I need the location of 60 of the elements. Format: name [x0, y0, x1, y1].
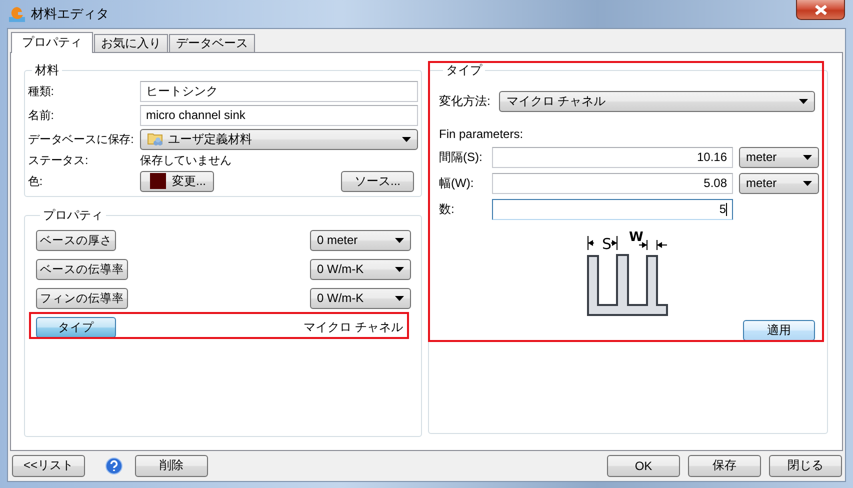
unit-dropdown[interactable]: meter — [739, 172, 819, 194]
close-icon — [814, 4, 826, 14]
section-label: Fin parameters: — [439, 126, 524, 141]
group-title: プロパティ — [42, 206, 104, 224]
dimension-label: W — [629, 230, 644, 245]
caret-icon — [803, 154, 812, 160]
property-value: マイクロ チャネル — [304, 318, 403, 336]
tab[interactable]: データベース — [169, 34, 255, 52]
change-color-button[interactable]: 変更... — [140, 170, 214, 192]
field-label: 種類: — [28, 84, 54, 99]
database-dropdown[interactable]: ユーザ定義材料 — [140, 128, 418, 150]
unit-dropdown[interactable]: 0 W/m-K — [310, 258, 411, 280]
dimension-arrow — [588, 235, 618, 250]
property-button[interactable]: フィンの伝導率 — [36, 288, 128, 309]
list-button[interactable]: <<リスト — [12, 454, 85, 477]
property-button[interactable]: ベースの伝導率 — [36, 258, 128, 280]
unit-dropdown[interactable]: meter — [739, 146, 819, 168]
caret-icon — [402, 136, 411, 142]
field-label: 幅(W): — [439, 174, 475, 192]
close-button[interactable]: 閉じる — [769, 454, 842, 477]
input-field[interactable]: 10.16 — [492, 146, 733, 168]
help-icon[interactable] — [105, 456, 123, 475]
field-label: ステータス: — [28, 154, 89, 168]
delete-button[interactable]: 削除 — [135, 454, 208, 477]
method-dropdown[interactable]: マイクロ チャネル — [499, 90, 815, 112]
caret-icon — [395, 238, 404, 243]
group-title: タイプ — [445, 62, 484, 79]
source-button[interactable]: ソース... — [341, 170, 414, 192]
input-field[interactable]: micro channel sink — [140, 104, 418, 126]
tab[interactable]: お気に入り — [94, 34, 168, 52]
input-field[interactable]: 5.08 — [492, 172, 733, 194]
close-button[interactable] — [796, 0, 845, 20]
apply-button[interactable]: 適用 — [743, 320, 815, 341]
field-label: 名前: — [28, 108, 54, 123]
caret-icon — [803, 180, 812, 186]
input-field[interactable]: ヒートシンク — [140, 80, 418, 102]
dimension-arrow — [638, 239, 668, 250]
caret-icon — [395, 296, 404, 301]
unit-dropdown[interactable]: 0 meter — [310, 230, 411, 251]
app-icon — [9, 6, 25, 22]
caret-icon — [799, 98, 808, 104]
ok-button[interactable]: OK — [607, 454, 680, 477]
field-label: 数: — [439, 200, 456, 218]
save-button[interactable]: 保存 — [688, 454, 761, 477]
status-text: 保存していません — [140, 154, 232, 168]
dimension-label: S — [602, 234, 612, 253]
field-label: 間隔(S): — [439, 148, 484, 166]
window-title: 材料エディタ — [31, 5, 110, 23]
caret-icon — [395, 266, 404, 272]
folder-icon — [147, 131, 164, 148]
unit-dropdown[interactable]: 0 W/m-K — [310, 288, 411, 309]
field-label: 変化方法: — [439, 92, 490, 110]
field-label: 色: — [28, 174, 43, 189]
text-cursor — [726, 202, 727, 216]
input-field[interactable]: 5 — [492, 198, 733, 220]
property-button[interactable]: タイプ — [36, 316, 116, 338]
tab[interactable]: プロパティ — [11, 32, 93, 53]
field-label: データベースに保存: — [28, 132, 134, 147]
group-title: 材料 — [34, 62, 60, 79]
property-button[interactable]: ベースの厚さ — [36, 230, 116, 251]
